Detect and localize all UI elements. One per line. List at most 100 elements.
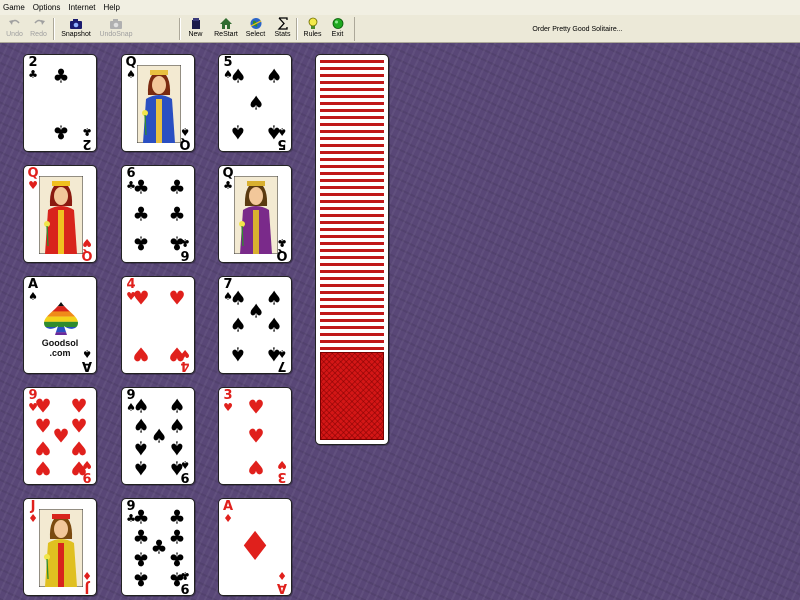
face-card-figure: [39, 176, 83, 254]
stats-label: Stats: [274, 31, 291, 38]
card-pip-icon: ♥: [34, 456, 52, 479]
card-suit-icon: ♥: [277, 458, 287, 471]
playing-card[interactable]: 3 ♥ 3 ♥ ♥ ♥ ♥: [218, 387, 292, 485]
goodsol-logo: Goodsol .com: [24, 277, 96, 373]
card-pip-icon: ♣: [132, 176, 150, 199]
card-pip-icon: ♠: [168, 456, 186, 479]
undosnap-button[interactable]: UndoSnap: [99, 16, 133, 42]
playing-card[interactable]: Q ♥ Q ♥: [23, 165, 97, 263]
playing-card[interactable]: 7 ♠ 7 ♠ ♠ ♠ ♠ ♠ ♠ ♠ ♠: [218, 276, 292, 374]
card-pip-icon: ♣: [52, 65, 70, 88]
camera-undo-icon: [110, 19, 122, 29]
game-table: 2 ♣ 2 ♣ ♣ ♣ Q ♥ Q ♥ A ♠ A ♠ Goodsol .com 9 ♥ 9 ♥ ♥ ♥ ♥ ♥ ♥ ♥ ♥ ♥ ♥ J ♦…: [0, 43, 800, 600]
card-pip-icon: ♥: [34, 436, 52, 459]
card-pip-icon: ♥: [168, 342, 186, 365]
card-pip-icon: ♣: [168, 567, 186, 590]
redo-button[interactable]: Redo: [24, 16, 53, 42]
restart-button[interactable]: ReStart: [211, 16, 241, 42]
card-pip-icon: ♠: [229, 342, 247, 365]
card-index-tl: Q ♠: [124, 56, 138, 80]
select-button[interactable]: Select: [241, 16, 270, 42]
exit-label: Exit: [331, 31, 344, 38]
card-suit-icon: ♥: [28, 179, 38, 192]
card-pip-icon: ♣: [168, 231, 186, 254]
card-suit-icon: ♠: [126, 68, 136, 81]
playing-card[interactable]: A ♠ A ♠ Goodsol .com: [23, 276, 97, 374]
playing-card[interactable]: J ♦ J ♦: [23, 498, 97, 596]
new-button[interactable]: New: [181, 16, 210, 42]
card-pip-icon: ♥: [70, 395, 88, 418]
playing-card[interactable]: Q ♠ Q ♠: [121, 54, 195, 152]
card-pip-icon: ♣: [132, 506, 150, 529]
card-pip-icon: ♣: [132, 231, 150, 254]
playing-card[interactable]: 4 ♥ 4 ♥ ♥ ♥ ♥ ♥: [121, 276, 195, 374]
green-circle-icon: [332, 18, 343, 29]
playing-card[interactable]: 2 ♣ 2 ♣ ♣ ♣: [23, 54, 97, 152]
order-button[interactable]: Order Pretty Good Solitaire...: [354, 17, 800, 41]
card-pip-icon: ♠: [265, 314, 283, 337]
playing-card[interactable]: Q ♣ Q ♣: [218, 165, 292, 263]
card-index-tl: J ♦: [26, 500, 40, 524]
card-pip-icon: ♥: [70, 436, 88, 459]
house-icon: [220, 18, 232, 29]
card-pip-icon: ♥: [70, 456, 88, 479]
playing-card[interactable]: 6 ♣ 6 ♣ ♣ ♣ ♣ ♣ ♣ ♣: [121, 165, 195, 263]
card-pip-icon: ♥: [34, 395, 52, 418]
playing-card[interactable]: 9 ♣ 9 ♣ ♣ ♣ ♣ ♣ ♣ ♣ ♣ ♣ ♣: [121, 498, 195, 596]
lightbulb-icon: [308, 17, 317, 29]
card-pip-icon: ♠: [168, 415, 186, 438]
stats-button[interactable]: Stats: [268, 16, 297, 42]
card-pip-icon: ♠: [265, 120, 283, 143]
card-pip-icon: ♠: [229, 120, 247, 143]
card-index-br: 3 ♥: [275, 458, 289, 484]
menu-options[interactable]: Options: [33, 3, 61, 12]
card-pip-icon: ♠: [132, 395, 150, 418]
playing-card[interactable]: A ♦ A ♦ ♦: [218, 498, 292, 596]
logo-text-line2: .com: [49, 348, 71, 358]
card-pip-icon: ♥: [247, 455, 265, 478]
redo-label: Redo: [30, 31, 47, 38]
card-pip-icon: ♠: [265, 342, 283, 365]
undo-label: Undo: [6, 31, 23, 38]
card-pip-icon: ♥: [70, 415, 88, 438]
sigma-icon: [277, 17, 288, 30]
menu-internet[interactable]: Internet: [68, 3, 95, 12]
card-pip-icon: ♣: [132, 547, 150, 570]
face-card-figure: [137, 65, 181, 143]
card-pip-icon: ♠: [132, 456, 150, 479]
card-pip-icon: ♣: [168, 203, 186, 226]
card-index-br: A ♦: [275, 569, 289, 595]
snapshot-button[interactable]: Snapshot: [60, 16, 92, 42]
menu-game[interactable]: Game: [3, 3, 25, 12]
redo-arrow-icon: [33, 19, 45, 25]
toolbar-separator: [53, 18, 55, 40]
order-label: Order Pretty Good Solitaire...: [532, 25, 623, 33]
card-pip-icon: ♠: [247, 92, 265, 115]
new-deal-icon: [191, 18, 200, 29]
card-index-tl: Q ♥: [26, 167, 40, 191]
stock-top-card-back[interactable]: [320, 352, 384, 440]
card-pip-icon: ♣: [132, 203, 150, 226]
playing-card[interactable]: 9 ♠ 9 ♠ ♠ ♠ ♠ ♠ ♠ ♠ ♠ ♠ ♠: [121, 387, 195, 485]
exit-button[interactable]: Exit: [323, 16, 352, 42]
card-rank: 2: [82, 136, 92, 151]
card-pip-icon: ♥: [247, 396, 265, 419]
menu-help[interactable]: Help: [104, 3, 120, 12]
camera-icon: [70, 19, 82, 29]
stock-pile[interactable]: [315, 54, 389, 445]
playing-card[interactable]: 5 ♠ 5 ♠ ♠ ♠ ♠ ♠ ♠: [218, 54, 292, 152]
card-pip-icon: ♠: [265, 287, 283, 310]
card-pip-icon: ♠: [265, 65, 283, 88]
card-pip-icon: ♥: [132, 342, 150, 365]
card-pip-icon: ♥: [247, 425, 265, 448]
card-pip-icon: ♥: [34, 415, 52, 438]
playing-card[interactable]: 9 ♥ 9 ♥ ♥ ♥ ♥ ♥ ♥ ♥ ♥ ♥ ♥: [23, 387, 97, 485]
card-pip-icon: ♠: [229, 287, 247, 310]
card-pip-icon: ♠: [150, 425, 168, 448]
stock-card-edges: [320, 60, 384, 350]
card-pip-icon: ♥: [132, 287, 150, 310]
card-index-br: 2 ♣: [80, 125, 94, 151]
card-suit-icon: ♦: [223, 512, 233, 525]
card-pip-icon: ♠: [229, 65, 247, 88]
card-suit-icon: ♦: [277, 569, 287, 582]
